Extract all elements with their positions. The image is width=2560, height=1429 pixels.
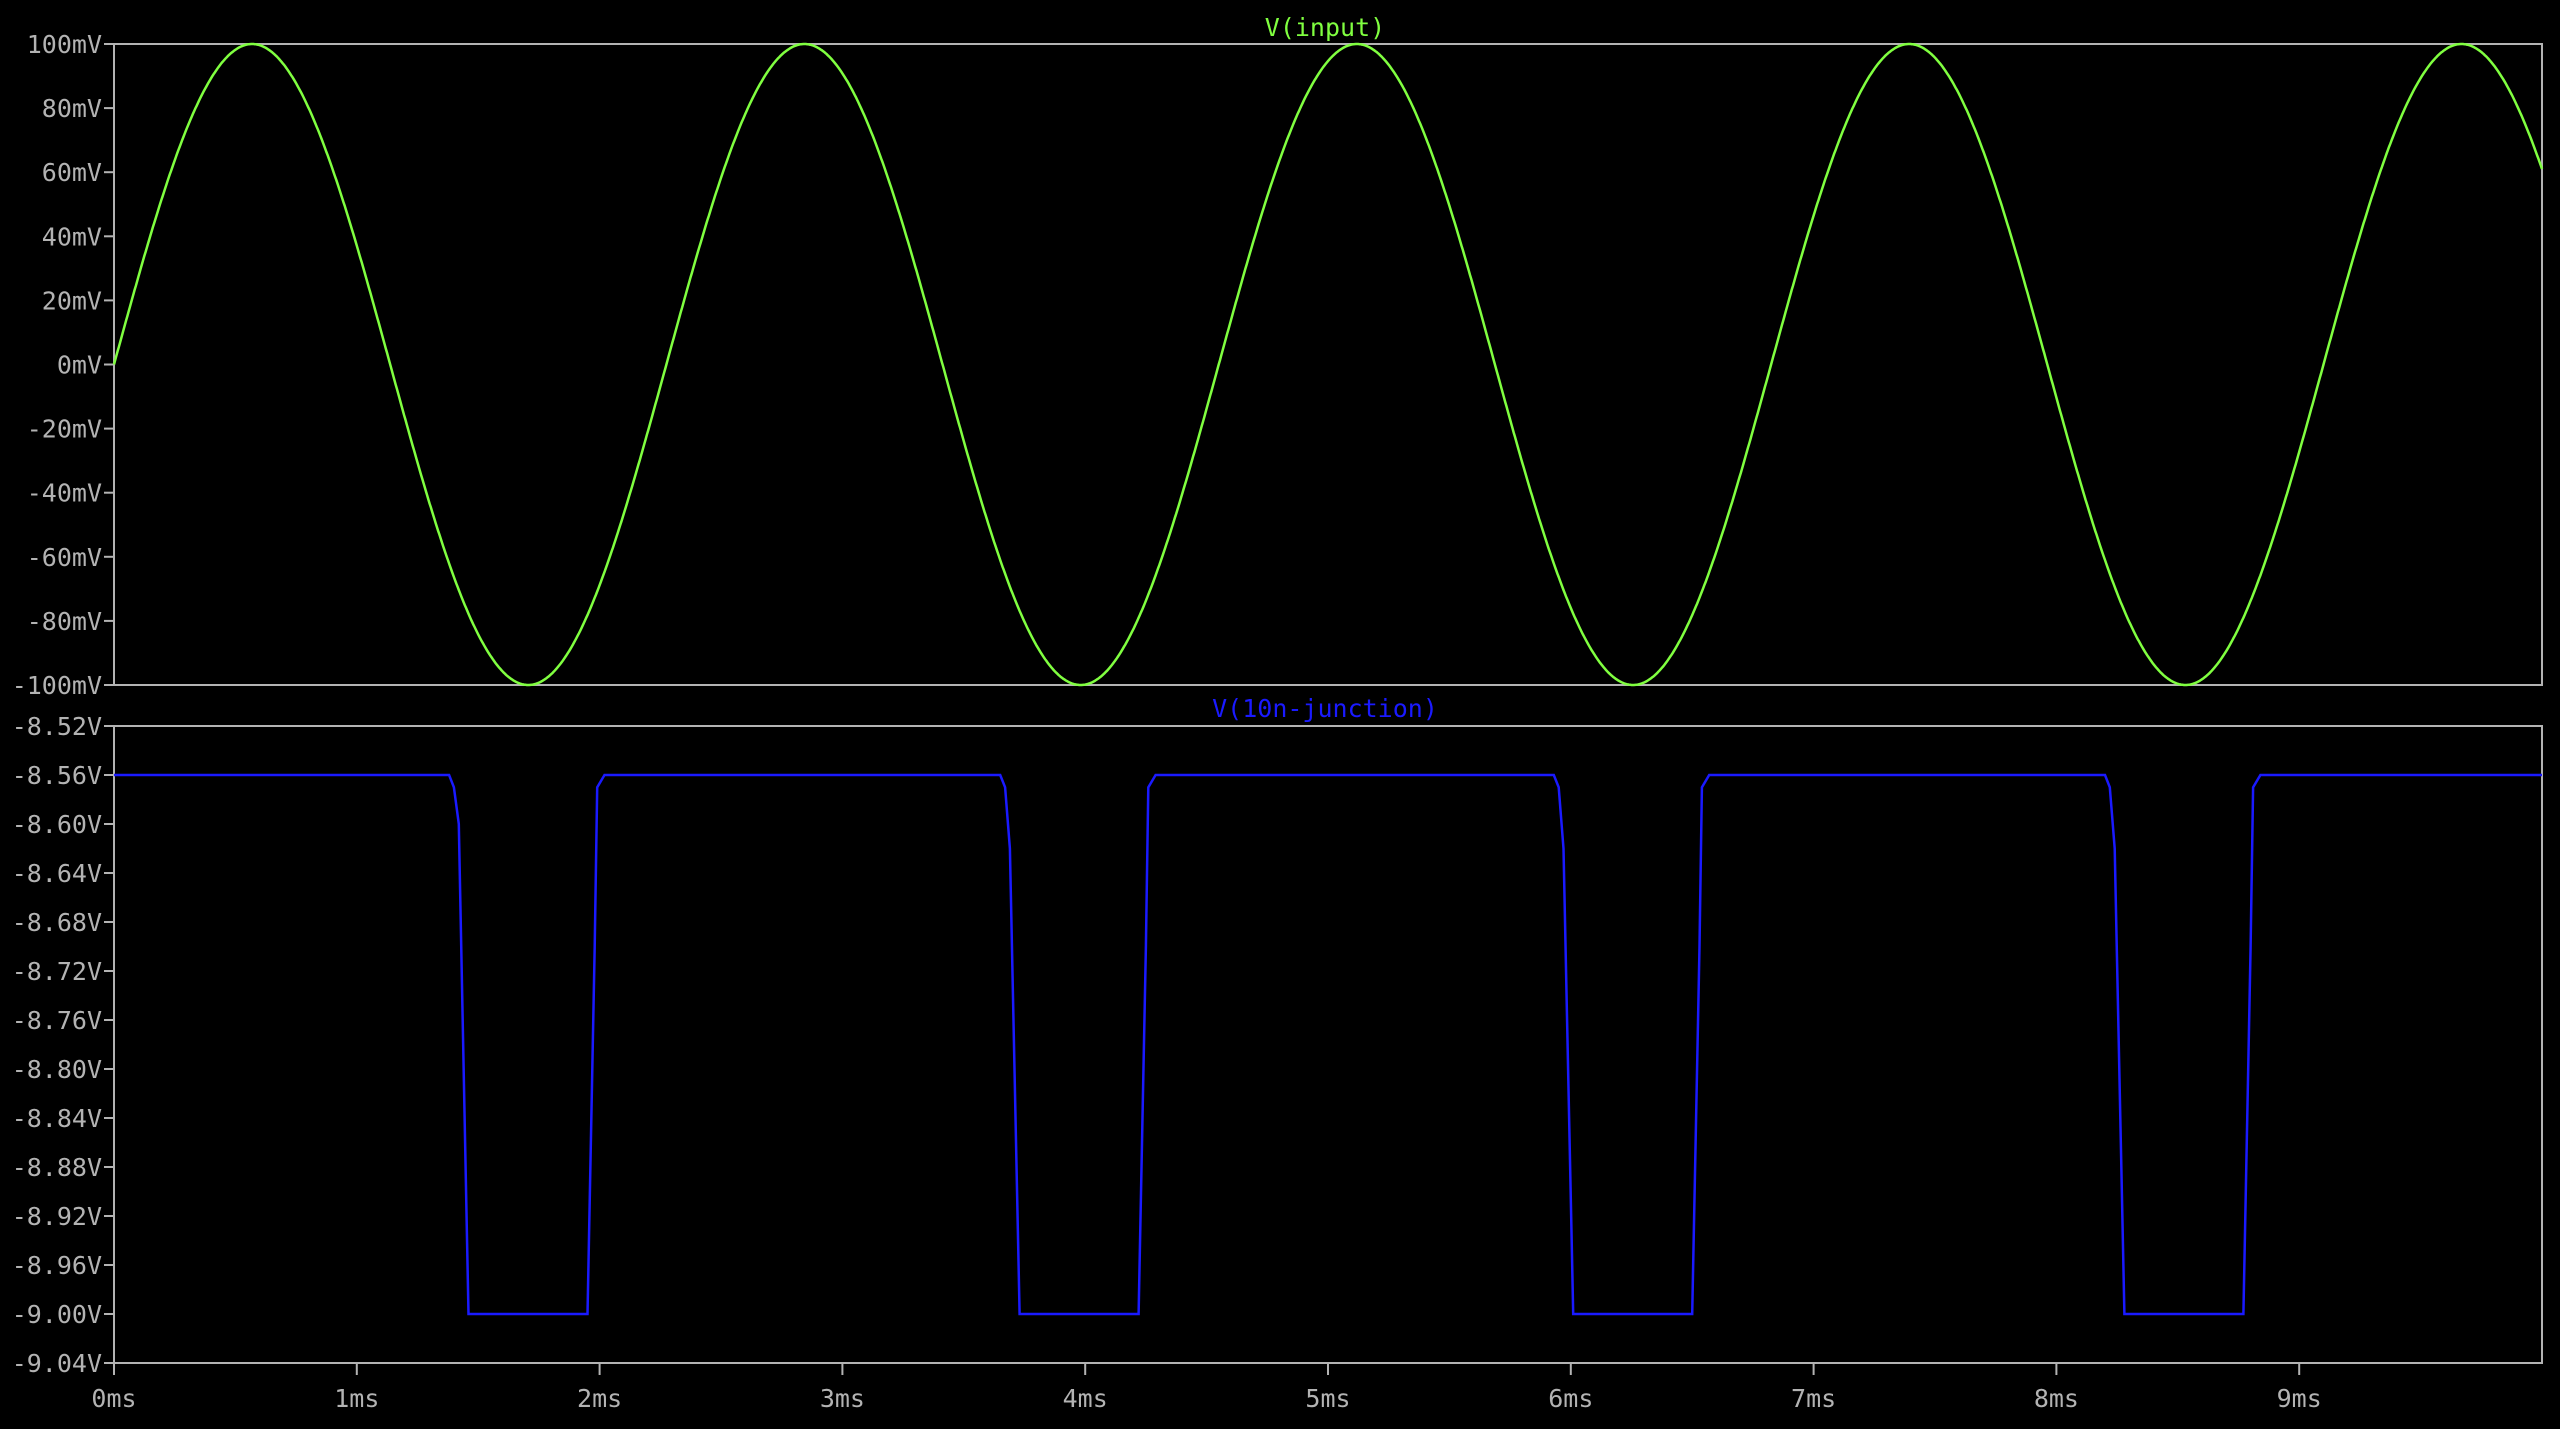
- x-tick-label: 8ms: [2034, 1384, 2079, 1413]
- x-tick-label: 2ms: [577, 1384, 622, 1413]
- junction-y-tick-label: -8.56V: [12, 761, 102, 790]
- x-tick-label: 4ms: [1063, 1384, 1108, 1413]
- junction-y-tick-label: -8.68V: [12, 908, 102, 937]
- input-y-tick-label: -80mV: [27, 607, 102, 636]
- input-y-tick-label: 0mV: [57, 351, 102, 380]
- x-tick-label: 5ms: [1305, 1384, 1350, 1413]
- input-y-tick-label: -40mV: [27, 479, 102, 508]
- x-tick-label: 9ms: [2277, 1384, 2322, 1413]
- junction-y-tick-label: -8.96V: [12, 1251, 102, 1280]
- junction-y-tick-label: -8.64V: [12, 859, 102, 888]
- junction-y-tick-label: -8.88V: [12, 1153, 102, 1182]
- junction-y-tick-label: -8.80V: [12, 1055, 102, 1084]
- x-tick-label: 6ms: [1548, 1384, 1593, 1413]
- pane-junction-title: V(10n-junction): [1212, 694, 1438, 723]
- input-y-tick-label: 100mV: [27, 30, 102, 59]
- x-tick-label: 0ms: [91, 1384, 136, 1413]
- x-tick-label: 3ms: [820, 1384, 865, 1413]
- junction-y-tick-label: -8.52V: [12, 712, 102, 741]
- input-y-tick-label: 80mV: [42, 94, 102, 123]
- waveform-plot-area: 100mV 80mV 60mV 40mV 20mV 0mV -20mV -40mV -60mV -…: [0, 0, 2560, 1429]
- junction-y-tick-label: -8.72V: [12, 957, 102, 986]
- x-tick-label: 7ms: [1791, 1384, 1836, 1413]
- input-y-tick-label: -100mV: [12, 671, 102, 700]
- waveform-viewer: 100mV 80mV 60mV 40mV 20mV 0mV -20mV -40mV -60mV -…: [0, 0, 2560, 1429]
- junction-y-tick-label: -8.84V: [12, 1104, 102, 1133]
- input-y-tick-label: -20mV: [27, 415, 102, 444]
- junction-y-tick-label: -8.60V: [12, 810, 102, 839]
- junction-y-tick-label: -9.04V: [12, 1349, 102, 1378]
- junction-y-tick-label: -8.76V: [12, 1006, 102, 1035]
- junction-y-tick-label: -9.00V: [12, 1300, 102, 1329]
- junction-y-tick-label: -8.92V: [12, 1202, 102, 1231]
- input-y-tick-label: 20mV: [42, 286, 102, 315]
- input-y-tick-label: 60mV: [42, 158, 102, 187]
- x-tick-label: 1ms: [334, 1384, 379, 1413]
- pane-input-title: V(input): [1265, 13, 1385, 42]
- input-y-tick-label: 40mV: [42, 222, 102, 251]
- input-y-tick-label: -60mV: [27, 543, 102, 572]
